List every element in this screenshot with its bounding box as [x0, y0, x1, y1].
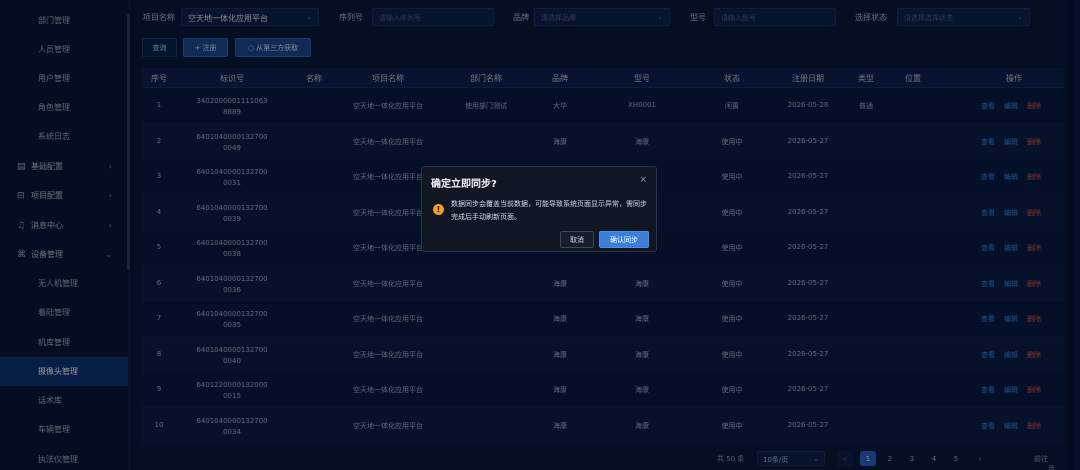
cancel-button[interactable]: 取消: [560, 231, 594, 248]
confirm-sync-button[interactable]: 确认同步: [599, 231, 649, 248]
warning-icon: !: [433, 204, 444, 215]
close-icon[interactable]: ×: [639, 175, 647, 185]
sync-confirm-dialog: 确定立即同步? × ! 数据同步会覆盖当前数据，可能导致系统页面显示异常，需同步…: [421, 166, 657, 252]
dialog-message: 数据同步会覆盖当前数据，可能导致系统页面显示异常，需同步完成后手动刷新页面。: [451, 200, 647, 221]
dialog-title: 确定立即同步?: [431, 179, 497, 190]
